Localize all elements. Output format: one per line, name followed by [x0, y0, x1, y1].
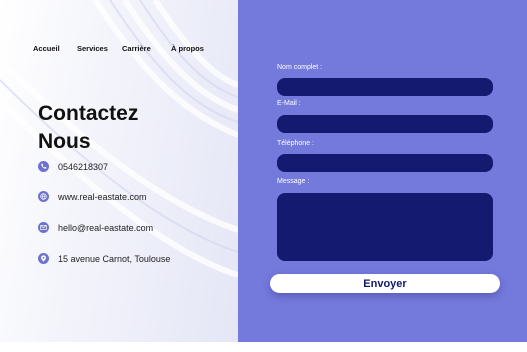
globe-icon	[38, 191, 49, 202]
message-textarea[interactable]	[277, 193, 493, 261]
phone-row: 0546218307	[38, 160, 233, 174]
bottom-margin	[0, 342, 527, 352]
email-input[interactable]	[277, 115, 493, 133]
location-pin-icon	[38, 253, 49, 264]
main-nav: Accueil Services Carrière À propos	[0, 44, 238, 58]
phone-text: 0546218307	[58, 162, 109, 172]
page-title-line-1: Contactez	[38, 102, 139, 125]
nav-a-propos[interactable]: À propos	[171, 44, 204, 53]
nav-accueil[interactable]: Accueil	[33, 44, 60, 53]
phone-label: Téléphone :	[277, 140, 314, 147]
nav-carriere[interactable]: Carrière	[122, 44, 151, 53]
address-row: 15 avenue Carnot, Toulouse	[38, 252, 233, 266]
email-link[interactable]: hello@real-eastate.com	[58, 221, 153, 235]
mail-icon	[38, 222, 49, 233]
email-row: hello@real-eastate.com	[38, 221, 233, 235]
phone-icon	[38, 161, 49, 172]
message-label: Message :	[277, 178, 310, 185]
page-title: Contactez Nous	[38, 100, 228, 156]
page-title-line-2: Nous	[38, 130, 91, 153]
submit-button[interactable]: Envoyer	[270, 274, 500, 293]
website-link[interactable]: www.real-eastate.com	[58, 190, 147, 204]
nav-services[interactable]: Services	[77, 44, 108, 53]
address-text: 15 avenue Carnot, Toulouse	[58, 254, 171, 264]
phone-input[interactable]	[277, 154, 493, 172]
email-label: E-Mail :	[277, 100, 301, 107]
contact-info-panel: Accueil Services Carrière À propos Conta…	[0, 0, 238, 342]
full-name-input[interactable]	[277, 78, 493, 96]
website-row: www.real-eastate.com	[38, 190, 233, 204]
full-name-label: Nom complet :	[277, 64, 323, 71]
